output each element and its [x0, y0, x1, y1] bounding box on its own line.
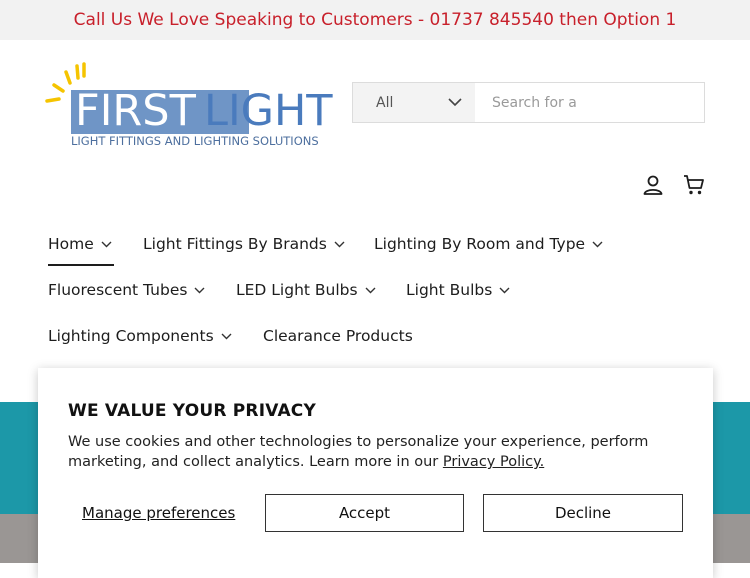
- decline-button[interactable]: Decline: [483, 494, 683, 532]
- announcement-phone-link[interactable]: Call Us We Love Speaking to Customers - …: [74, 10, 677, 30]
- logo-first-text: FIRST: [75, 86, 196, 136]
- logo-tagline: LIGHT FITTINGS AND LIGHTING SOLUTIONS: [71, 134, 319, 148]
- search-category-label: All: [376, 94, 394, 111]
- nav-label-room: Lighting By Room and Type: [374, 235, 586, 253]
- nav-label-clearance: Clearance Products: [263, 327, 413, 345]
- nav-label-bulbs: Light Bulbs: [406, 281, 493, 299]
- cookie-body: We use cookies and other technologies to…: [68, 432, 688, 472]
- nav-label-led: LED Light Bulbs: [236, 281, 358, 299]
- nav-item-home[interactable]: Home: [48, 232, 112, 256]
- nav-label-brands: Light Fittings By Brands: [143, 235, 327, 253]
- chevron-down-icon: [221, 333, 232, 339]
- nav-label-fluorescent: Fluorescent Tubes: [48, 281, 188, 299]
- logo-light-text: LIGHT: [204, 86, 333, 136]
- nav-item-fluorescent[interactable]: Fluorescent Tubes: [48, 278, 205, 302]
- nav-item-components[interactable]: Lighting Components: [48, 324, 232, 348]
- search-input[interactable]: [475, 83, 704, 122]
- site-logo[interactable]: FIRST LIGHT LIGHT FITTINGS AND LIGHTING …: [44, 60, 334, 155]
- nav-item-led[interactable]: LED Light Bulbs: [236, 278, 376, 302]
- cookie-consent-dialog: WE VALUE YOUR PRIVACY We use cookies and…: [38, 368, 713, 578]
- account-button[interactable]: [641, 173, 665, 197]
- search-bar: All: [352, 82, 705, 123]
- chevron-down-icon: [101, 241, 112, 247]
- chevron-down-icon: [499, 287, 510, 293]
- privacy-policy-link[interactable]: Privacy Policy.: [443, 454, 544, 470]
- chevron-down-icon: [334, 241, 345, 247]
- search-category-select[interactable]: All: [353, 83, 475, 122]
- chevron-down-icon: [448, 98, 462, 107]
- announcement-bar: Call Us We Love Speaking to Customers - …: [0, 0, 750, 40]
- account-icon: [643, 175, 663, 195]
- chevron-down-icon: [194, 287, 205, 293]
- nav-item-bulbs[interactable]: Light Bulbs: [406, 278, 510, 302]
- chevron-down-icon: [365, 287, 376, 293]
- cart-icon: [684, 175, 704, 195]
- accept-button[interactable]: Accept: [265, 494, 464, 532]
- nav-item-brands[interactable]: Light Fittings By Brands: [143, 232, 345, 256]
- cookie-body-text: We use cookies and other technologies to…: [68, 434, 649, 470]
- nav-label-components: Lighting Components: [48, 327, 214, 345]
- chevron-down-icon: [592, 241, 603, 247]
- cookie-title: WE VALUE YOUR PRIVACY: [68, 401, 316, 421]
- nav-item-clearance[interactable]: Clearance Products: [263, 324, 413, 348]
- manage-preferences-link[interactable]: Manage preferences: [82, 504, 235, 522]
- cart-button[interactable]: [682, 173, 706, 197]
- nav-item-room[interactable]: Lighting By Room and Type: [374, 232, 603, 256]
- nav-label-home: Home: [48, 235, 94, 253]
- nav-active-underline: [48, 264, 114, 266]
